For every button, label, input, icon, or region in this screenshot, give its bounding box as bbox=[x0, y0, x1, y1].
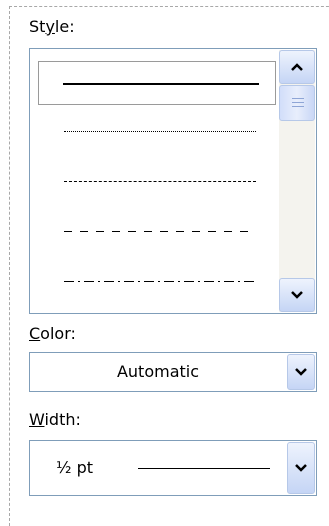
width-preview-line bbox=[138, 468, 270, 469]
style-option-dashed-long[interactable] bbox=[38, 209, 276, 253]
style-listbox[interactable] bbox=[29, 48, 317, 314]
scroll-thumb[interactable] bbox=[279, 85, 315, 121]
style-label: Style: bbox=[29, 17, 75, 37]
style-option-solid[interactable] bbox=[38, 61, 276, 105]
color-dropdown-button[interactable] bbox=[287, 354, 315, 390]
color-dropdown-value: Automatic bbox=[116, 362, 200, 381]
width-label-text: Width: bbox=[29, 410, 81, 429]
width-dropdown[interactable]: ½ pt bbox=[29, 440, 317, 496]
color-dropdown[interactable]: Automatic bbox=[29, 352, 317, 392]
style-scrollbar[interactable] bbox=[279, 50, 315, 312]
style-option-dashed-short[interactable] bbox=[38, 159, 276, 203]
color-label: Color: bbox=[29, 324, 76, 344]
chevron-down-icon bbox=[294, 367, 308, 377]
scroll-down-button[interactable] bbox=[279, 278, 315, 312]
width-dropdown-value: ½ pt bbox=[56, 458, 94, 477]
chevron-down-icon bbox=[290, 290, 304, 300]
chevron-down-icon bbox=[294, 463, 308, 473]
width-label: Width: bbox=[29, 410, 81, 430]
color-label-text: Color: bbox=[29, 324, 76, 343]
style-label-text: Style: bbox=[29, 17, 75, 36]
style-options bbox=[32, 51, 278, 311]
chevron-up-icon bbox=[290, 62, 304, 72]
style-option-dotted[interactable] bbox=[38, 109, 276, 153]
scroll-up-button[interactable] bbox=[279, 50, 315, 84]
style-option-dash-dot[interactable] bbox=[38, 259, 276, 303]
width-dropdown-button[interactable] bbox=[287, 442, 315, 494]
